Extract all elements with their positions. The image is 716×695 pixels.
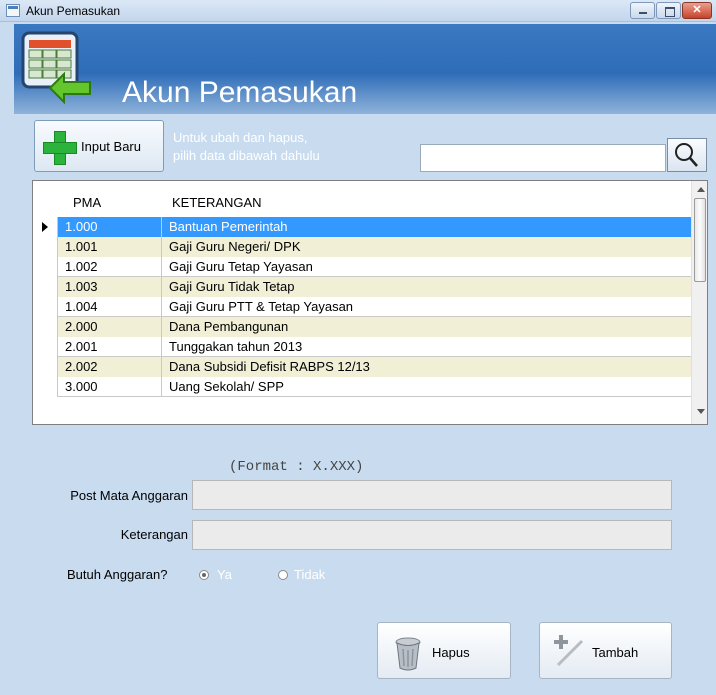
table-row[interactable]: 1.004 Gaji Guru PTT & Tetap Yayasan	[33, 297, 691, 317]
hint-line-2: pilih data dibawah dahulu	[173, 148, 320, 163]
cell-keterangan[interactable]: Gaji Guru Negeri/ DPK	[162, 237, 691, 257]
tambah-button[interactable]: Tambah	[539, 622, 672, 679]
tambah-label: Tambah	[592, 645, 639, 660]
app-icon	[6, 4, 20, 17]
cell-pma[interactable]: 3.000	[58, 377, 162, 397]
plus-icon	[43, 131, 77, 165]
cell-pma[interactable]: 1.001	[58, 237, 162, 257]
cell-pma[interactable]: 1.003	[58, 277, 162, 297]
row-indicator[interactable]	[33, 277, 58, 297]
add-pen-icon	[554, 635, 584, 667]
cell-pma[interactable]: 2.002	[58, 357, 162, 377]
close-button[interactable]: ✕	[682, 2, 712, 19]
keterangan-label: Keterangan	[120, 527, 188, 542]
cell-pma[interactable]: 1.002	[58, 257, 162, 277]
header-banner	[14, 24, 716, 114]
cell-keterangan[interactable]: Uang Sekolah/ SPP	[162, 377, 691, 397]
column-header-keterangan[interactable]: KETERANGAN	[172, 195, 262, 210]
format-hint: (Format : X.XXX)	[229, 459, 364, 475]
hint-line-1: Untuk ubah dan hapus,	[173, 130, 308, 145]
cell-pma[interactable]: 1.004	[58, 297, 162, 317]
pma-input[interactable]	[192, 480, 672, 510]
hapus-button[interactable]: Hapus	[377, 622, 511, 679]
row-indicator[interactable]	[33, 257, 58, 277]
spreadsheet-arrow-icon	[21, 31, 91, 105]
hapus-label: Hapus	[432, 645, 470, 660]
table-row[interactable]: 2.000 Dana Pembangunan	[33, 317, 691, 337]
row-indicator[interactable]	[33, 357, 58, 377]
row-indicator[interactable]	[33, 337, 58, 357]
scroll-down-icon[interactable]	[697, 409, 705, 414]
cell-keterangan[interactable]: Dana Pembangunan	[162, 317, 691, 337]
grid-header: PMA KETERANGAN	[33, 181, 691, 217]
scroll-thumb[interactable]	[694, 198, 706, 282]
cell-keterangan[interactable]: Dana Subsidi Defisit RABPS 12/13	[162, 357, 691, 377]
radio-tidak[interactable]	[278, 570, 288, 580]
window-title: Akun Pemasukan	[26, 4, 121, 18]
hint-text: Untuk ubah dan hapus, pilih data dibawah…	[173, 129, 320, 165]
close-icon: ✕	[692, 4, 702, 16]
page-title: Akun Pemasukan	[122, 76, 358, 109]
row-indicator[interactable]	[33, 297, 58, 317]
row-indicator[interactable]	[33, 377, 58, 397]
vertical-scrollbar[interactable]	[691, 181, 707, 424]
data-grid[interactable]: PMA KETERANGAN 1.000 Bantuan Pemerintah 1.…	[32, 180, 708, 425]
table-row[interactable]: 2.002 Dana Subsidi Defisit RABPS 12/13	[33, 357, 691, 377]
maximize-button[interactable]	[656, 2, 681, 19]
search-button[interactable]	[667, 138, 707, 172]
pma-label: Post Mata Anggaran	[70, 488, 188, 503]
butuh-anggaran-label: Butuh Anggaran?	[67, 567, 168, 582]
search-input[interactable]	[420, 144, 666, 172]
title-bar: Akun Pemasukan ✕	[0, 0, 716, 22]
cell-pma[interactable]: 1.000	[58, 217, 162, 237]
input-baru-label: Input Baru	[81, 139, 141, 154]
search-icon	[675, 143, 698, 167]
cell-keterangan[interactable]: Gaji Guru PTT & Tetap Yayasan	[162, 297, 691, 317]
keterangan-input[interactable]	[192, 520, 672, 550]
cell-pma[interactable]: 2.001	[58, 337, 162, 357]
table-row[interactable]: 1.002 Gaji Guru Tetap Yayasan	[33, 257, 691, 277]
cell-keterangan[interactable]: Gaji Guru Tidak Tetap	[162, 277, 691, 297]
radio-tidak-label[interactable]: Tidak	[294, 567, 325, 582]
row-indicator[interactable]	[33, 217, 58, 237]
input-baru-button[interactable]: Input Baru	[34, 120, 164, 172]
trash-icon	[395, 637, 421, 671]
radio-ya[interactable]	[199, 570, 209, 580]
column-header-pma[interactable]: PMA	[73, 195, 101, 210]
grid-body: 1.000 Bantuan Pemerintah 1.001 Gaji Guru Ne…	[33, 217, 691, 397]
table-row[interactable]: 1.003 Gaji Guru Tidak Tetap	[33, 277, 691, 297]
table-row[interactable]: 2.001 Tunggakan tahun 2013	[33, 337, 691, 357]
cell-keterangan[interactable]: Tunggakan tahun 2013	[162, 337, 691, 357]
cell-keterangan[interactable]: Bantuan Pemerintah	[162, 217, 691, 237]
table-row[interactable]: 3.000 Uang Sekolah/ SPP	[33, 377, 691, 397]
table-row[interactable]: 1.000 Bantuan Pemerintah	[33, 217, 691, 237]
scroll-up-icon[interactable]	[697, 187, 705, 192]
radio-ya-label[interactable]: Ya	[217, 567, 232, 582]
minimize-button[interactable]	[630, 2, 655, 19]
cell-keterangan[interactable]: Gaji Guru Tetap Yayasan	[162, 257, 691, 277]
row-indicator[interactable]	[33, 237, 58, 257]
table-row[interactable]: 1.001 Gaji Guru Negeri/ DPK	[33, 237, 691, 257]
cell-pma[interactable]: 2.000	[58, 317, 162, 337]
row-indicator[interactable]	[33, 317, 58, 337]
